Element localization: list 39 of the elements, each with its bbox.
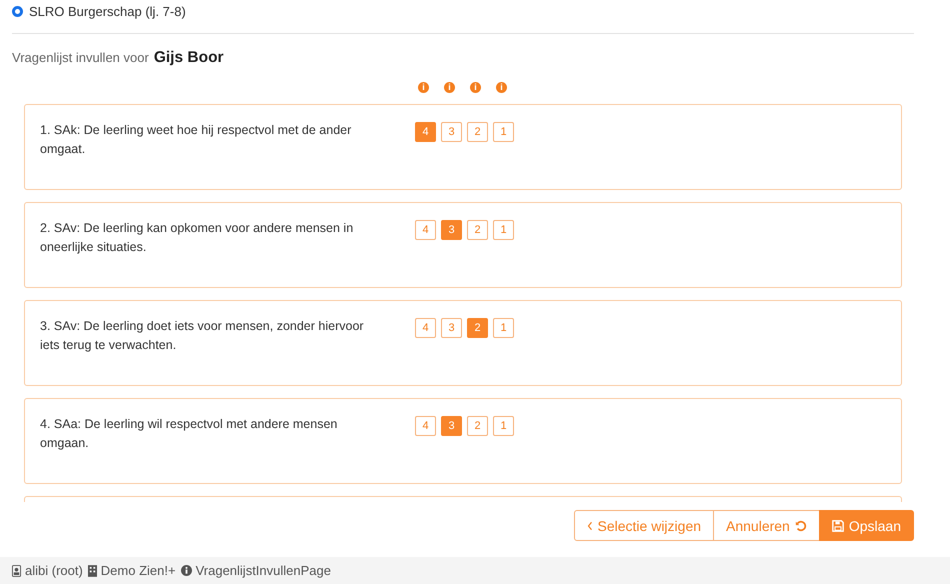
info-icon[interactable]: i [418, 82, 429, 93]
rating-option[interactable]: 1 [493, 220, 514, 240]
student-name: Gijs Boor [154, 49, 224, 67]
heading-label: Vragenlijst invullen voor [12, 50, 149, 65]
id-badge-icon [12, 564, 21, 576]
rating-option[interactable]: 3 [441, 318, 462, 338]
building-icon [88, 564, 97, 576]
rating-option[interactable]: 3 [441, 220, 462, 240]
rating-option[interactable]: 2 [467, 122, 488, 142]
info-icon [180, 565, 192, 576]
rating-option[interactable]: 4 [415, 318, 436, 338]
info-icon[interactable]: i [470, 82, 481, 93]
info-icon[interactable]: i [496, 82, 507, 93]
back-button[interactable]: Selectie wijzigen [574, 510, 714, 541]
question-text: 1. SAk: De leerling weet hoe hij respectvol met de ander omgaat. [40, 122, 352, 158]
cancel-button[interactable]: Annuleren [713, 510, 820, 541]
rating-option[interactable]: 1 [493, 416, 514, 436]
radio-button[interactable] [12, 6, 23, 17]
rating-option[interactable]: 4 [415, 416, 436, 436]
rating-option[interactable]: 1 [493, 122, 514, 142]
rating-option[interactable]: 2 [467, 416, 488, 436]
question-text: 2. SAv: De leerling kan opkomen voor andere mensen in oneerlijke situaties. [40, 220, 354, 256]
rating-option[interactable]: 3 [441, 122, 462, 142]
status-text: VragenlijstInvullenPage [196, 563, 331, 578]
save-button[interactable]: Opslaan [818, 510, 914, 541]
question-text: 3. SAv: De leerling doet iets voor mensen, zonder hiervoor iets terug te verwachten. [40, 318, 365, 354]
rating-option[interactable]: 2 [467, 220, 488, 240]
radio-label: SLRO Burgerschap (lj. 7-8) [29, 4, 186, 19]
status-text: Demo Zien!+ [100, 563, 176, 578]
status-text: alibi (root) [25, 563, 83, 578]
rating-option[interactable]: 2 [467, 318, 488, 338]
rating-option[interactable]: 1 [493, 318, 514, 338]
info-icon[interactable]: i [444, 82, 455, 93]
chevron-left-icon [586, 520, 593, 530]
rating-option[interactable]: 4 [415, 122, 436, 142]
question-text: 4. SAa: De leerling wil respectvol met andere mensen omgaan. [40, 416, 338, 452]
undo-icon [794, 520, 807, 532]
rating-option[interactable]: 3 [441, 416, 462, 436]
rating-option[interactable]: 4 [415, 220, 436, 240]
